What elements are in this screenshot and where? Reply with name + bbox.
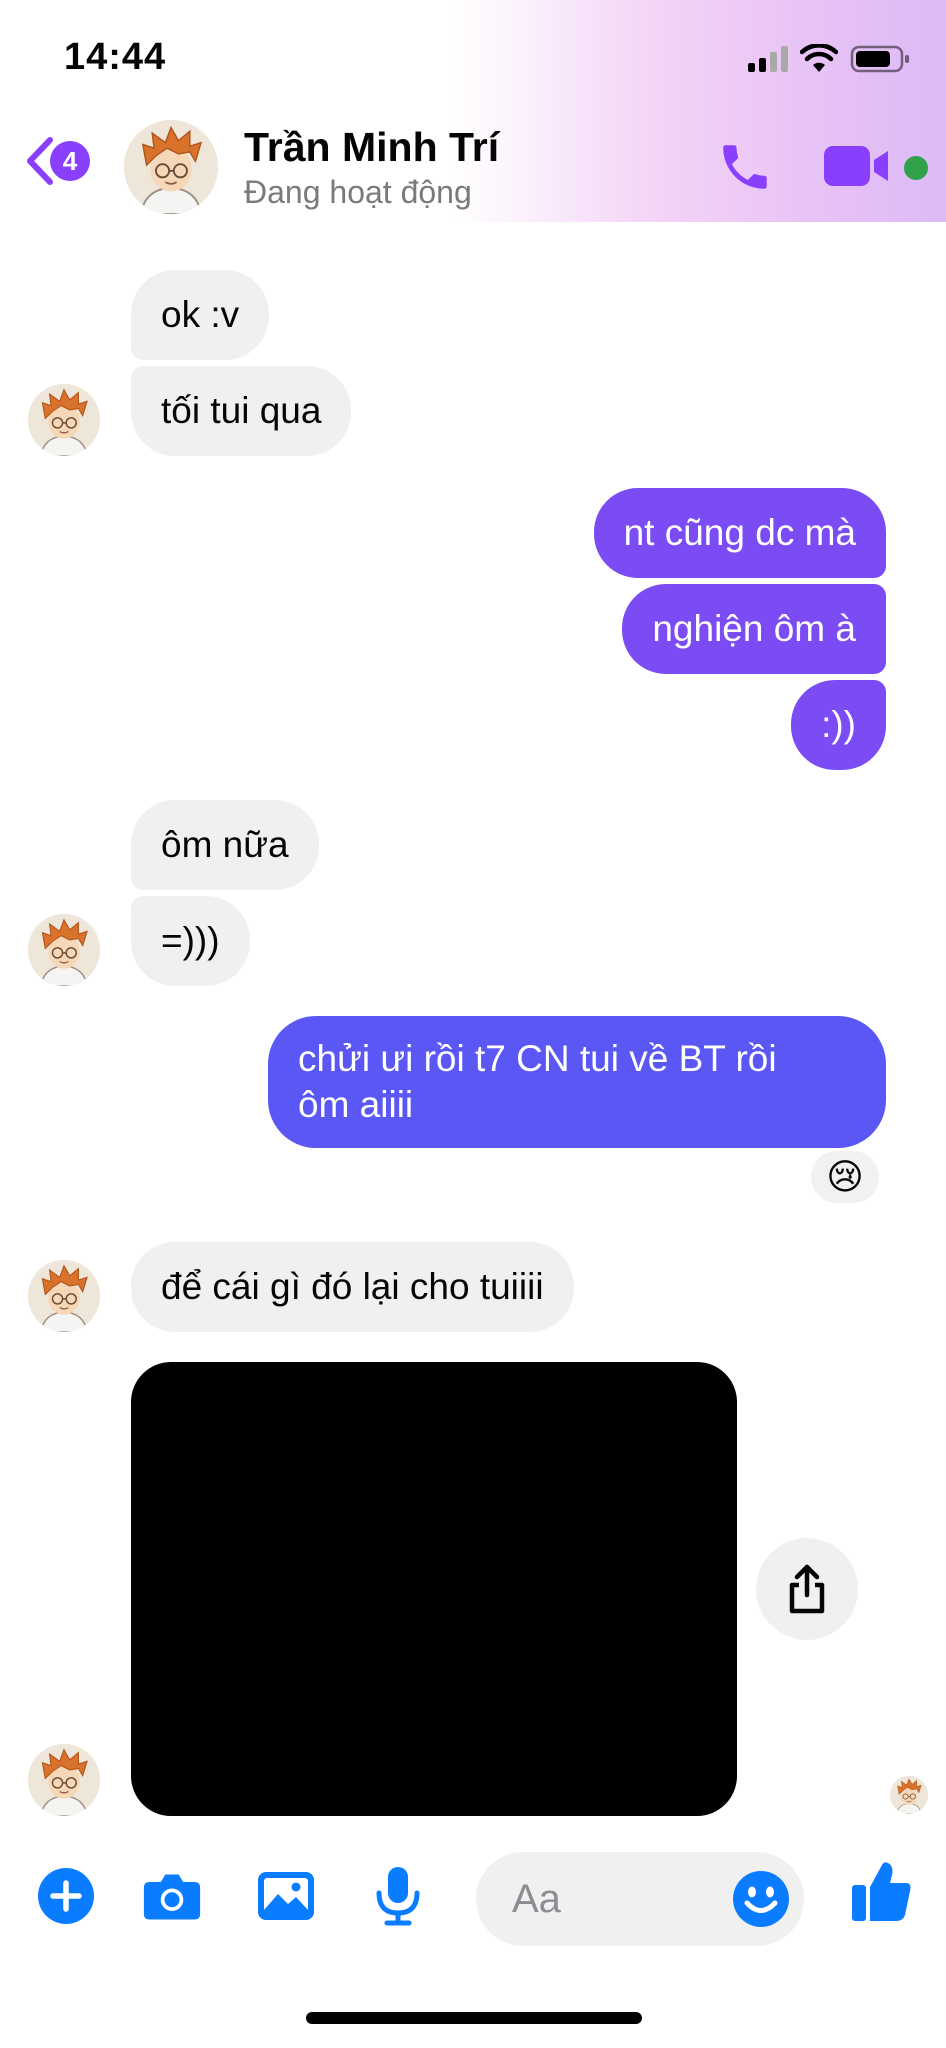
back-button[interactable]: 4 — [22, 136, 90, 186]
sender-avatar[interactable] — [28, 1260, 100, 1332]
camera-icon — [143, 1874, 201, 1920]
message-bubble[interactable]: chửi ưi rồi t7 CN tui về BT rồi ôm aiiii — [268, 1016, 886, 1148]
message-bubble[interactable]: nghiện ôm à — [622, 584, 886, 674]
wifi-icon — [800, 44, 838, 72]
like-button[interactable] — [848, 1858, 914, 1924]
video-camera-icon — [824, 146, 888, 186]
sender-avatar[interactable] — [28, 1744, 100, 1816]
home-indicator — [306, 2012, 642, 2024]
message-line: chửi ưi rồi t7 CN tui về BT rồi — [298, 1038, 777, 1079]
message-input-field[interactable] — [476, 1852, 804, 1946]
message-bubble[interactable]: :)) — [791, 680, 886, 770]
phone-icon — [723, 145, 767, 189]
video-call-button[interactable] — [822, 142, 892, 195]
battery-icon — [850, 45, 909, 73]
media-attachment[interactable] — [131, 1362, 737, 1816]
message-input[interactable] — [512, 1872, 712, 1926]
online-indicator — [904, 156, 928, 180]
camera-button[interactable] — [142, 1866, 202, 1926]
message-bubble[interactable]: =))) — [131, 896, 250, 986]
contact-status: Đang hoạt động — [244, 174, 472, 210]
voice-call-button[interactable] — [716, 138, 774, 201]
contact-name[interactable]: Trần Minh Trí — [244, 124, 499, 171]
cellular-signal-icon — [748, 46, 788, 72]
status-time: 14:44 — [64, 36, 167, 78]
emoji-button[interactable] — [732, 1870, 790, 1933]
gallery-button[interactable] — [256, 1866, 316, 1926]
message-bubble[interactable]: để cái gì đó lại cho tuiiii — [131, 1242, 574, 1332]
crying-reaction-icon[interactable]: 😢 — [808, 1148, 882, 1206]
smiley-icon — [733, 1871, 789, 1927]
microphone-icon — [376, 1867, 420, 1926]
message-bubble[interactable]: tối tui qua — [131, 366, 352, 456]
seen-receipt-avatar — [890, 1776, 928, 1814]
status-icons — [748, 44, 910, 74]
message-bubble[interactable]: nt cũng dc mà — [593, 488, 886, 578]
thumbs-up-icon — [852, 1862, 911, 1921]
sender-avatar[interactable] — [28, 914, 100, 986]
message-bubble[interactable]: ôm nữa — [131, 800, 319, 890]
message-line: ôm aiiii — [298, 1084, 414, 1125]
voice-message-button[interactable] — [368, 1866, 428, 1926]
sender-avatar[interactable] — [28, 384, 100, 456]
share-button[interactable] — [756, 1538, 858, 1640]
more-actions-button[interactable] — [36, 1866, 96, 1926]
image-icon — [258, 1872, 314, 1920]
share-icon — [789, 1564, 825, 1614]
contact-avatar[interactable] — [124, 120, 218, 214]
plus-circle-icon — [38, 1868, 94, 1924]
message-bubble[interactable]: ok :v — [131, 270, 270, 360]
unread-badge: 4 — [50, 141, 90, 181]
